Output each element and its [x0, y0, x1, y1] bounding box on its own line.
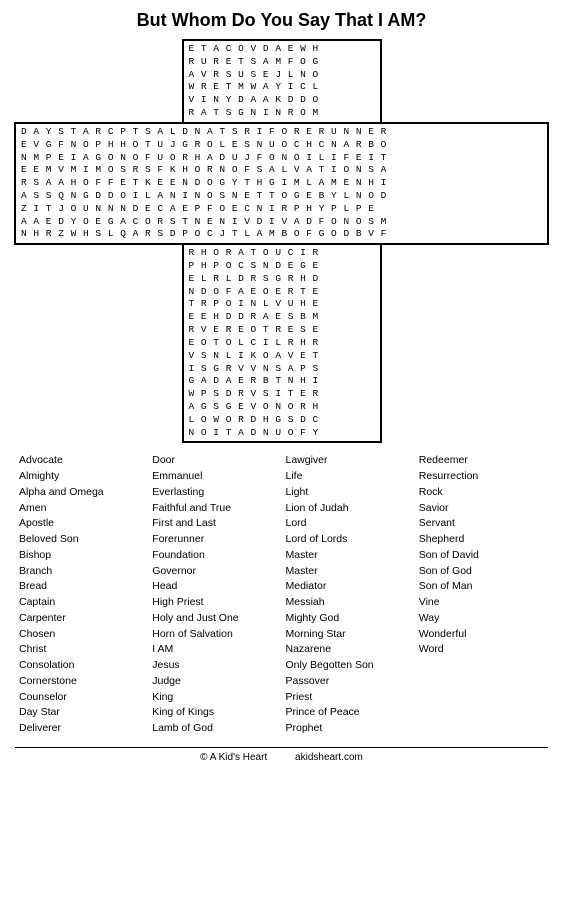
word-item: Lamb of God	[152, 721, 277, 737]
bot-right-spacer	[382, 245, 549, 443]
page-title: But Whom Do You Say That I AM?	[15, 10, 548, 31]
word-item: Lion of Judah	[286, 501, 411, 517]
word-item: Chosen	[19, 627, 144, 643]
word-col-4: RedeemerResurrectionRockSaviorServantShe…	[415, 453, 548, 737]
word-item: Mediator	[286, 579, 411, 595]
word-col-3: LawgiverLifeLightLion of JudahLordLord o…	[282, 453, 415, 737]
word-item: Redeemer	[419, 453, 544, 469]
page: But Whom Do You Say That I AM? E T A C O…	[0, 0, 563, 773]
word-item: First and Last	[152, 516, 277, 532]
cross-top-row: E T A C O V D A E W H R U R E T S A M F …	[15, 39, 549, 122]
cross-mid-grid: D A Y S T A R C P T S A L D N A T S R I …	[14, 122, 549, 245]
footer-left: © A Kid's Heart	[200, 752, 267, 763]
word-item: Beloved Son	[19, 532, 144, 548]
word-item: Nazarene	[286, 642, 411, 658]
word-item: Mighty God	[286, 611, 411, 627]
word-item: Almighty	[19, 469, 144, 485]
puzzle-wrapper: E T A C O V D A E W H R U R E T S A M F …	[15, 39, 548, 443]
word-item: Christ	[19, 642, 144, 658]
word-item: I AM	[152, 642, 277, 658]
word-item: Master	[286, 564, 411, 580]
word-item: Prince of Peace	[286, 705, 411, 721]
word-item: Consolation	[19, 658, 144, 674]
word-item: Cornerstone	[19, 674, 144, 690]
cross-bot-grid: R H O R A T O U C I R P H P O C S N D E …	[182, 245, 382, 443]
word-item: Shepherd	[419, 532, 544, 548]
word-item: Bread	[19, 579, 144, 595]
word-item: Morning Star	[286, 627, 411, 643]
word-item: Resurrection	[419, 469, 544, 485]
word-item: Governor	[152, 564, 277, 580]
word-item: Light	[286, 485, 411, 501]
word-list: AdvocateAlmightyAlpha and OmegaAmenApost…	[15, 453, 548, 737]
word-item: Forerunner	[152, 532, 277, 548]
word-item: Lord of Lords	[286, 532, 411, 548]
cross-top-grid: E T A C O V D A E W H R U R E T S A M F …	[182, 39, 382, 122]
word-item: Amen	[19, 501, 144, 517]
cross-bot-row: R H O R A T O U C I R P H P O C S N D E …	[15, 245, 549, 443]
bot-left-spacer	[15, 245, 182, 443]
word-item: Priest	[286, 690, 411, 706]
word-item: Son of Man	[419, 579, 544, 595]
word-item: Alpha and Omega	[19, 485, 144, 501]
word-item: Holy and Just One	[152, 611, 277, 627]
word-item: Son of God	[419, 564, 544, 580]
word-item: Captain	[19, 595, 144, 611]
top-right-spacer	[382, 39, 549, 122]
word-item: Way	[419, 611, 544, 627]
word-item: Everlasting	[152, 485, 277, 501]
cross-mid-row: D A Y S T A R C P T S A L D N A T S R I …	[14, 122, 549, 245]
word-item: Door	[152, 453, 277, 469]
word-item: Savior	[419, 501, 544, 517]
word-item: Foundation	[152, 548, 277, 564]
word-item: Apostle	[19, 516, 144, 532]
word-item: Life	[286, 469, 411, 485]
word-item: Deliverer	[19, 721, 144, 737]
word-item: Rock	[419, 485, 544, 501]
word-item: Master	[286, 548, 411, 564]
word-item: Horn of Salvation	[152, 627, 277, 643]
word-item: Advocate	[19, 453, 144, 469]
footer-right: akidsheart.com	[295, 752, 363, 763]
word-item: King of Kings	[152, 705, 277, 721]
word-col-2: DoorEmmanuelEverlastingFaithful and True…	[148, 453, 281, 737]
word-item: Lord	[286, 516, 411, 532]
word-item: Branch	[19, 564, 144, 580]
word-item: Faithful and True	[152, 501, 277, 517]
word-item: Emmanuel	[152, 469, 277, 485]
word-item: Wonderful	[419, 627, 544, 643]
word-item: Jesus	[152, 658, 277, 674]
word-item: Judge	[152, 674, 277, 690]
word-item: Only Begotten Son	[286, 658, 411, 674]
word-item: Lawgiver	[286, 453, 411, 469]
word-item: Word	[419, 642, 544, 658]
word-item: Son of David	[419, 548, 544, 564]
word-item: Prophet	[286, 721, 411, 737]
top-left-spacer	[15, 39, 182, 122]
footer: © A Kid's Heart akidsheart.com	[15, 747, 548, 763]
word-item: Servant	[419, 516, 544, 532]
word-item: High Priest	[152, 595, 277, 611]
word-item: King	[152, 690, 277, 706]
word-item: Day Star	[19, 705, 144, 721]
word-item: Head	[152, 579, 277, 595]
word-item: Counselor	[19, 690, 144, 706]
word-item: Carpenter	[19, 611, 144, 627]
word-col-1: AdvocateAlmightyAlpha and OmegaAmenApost…	[15, 453, 148, 737]
word-item: Passover	[286, 674, 411, 690]
word-item: Messiah	[286, 595, 411, 611]
word-item: Bishop	[19, 548, 144, 564]
word-item: Vine	[419, 595, 544, 611]
